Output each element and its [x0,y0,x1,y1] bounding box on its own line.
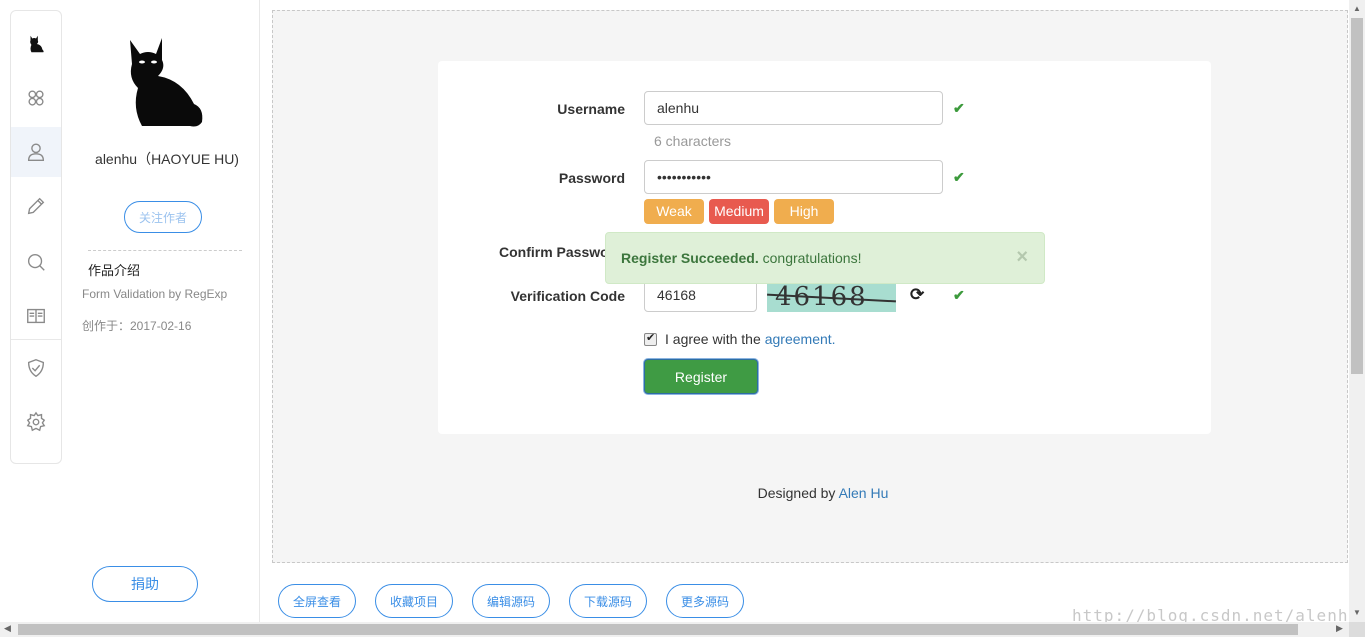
apps-icon[interactable] [11,73,61,123]
agreement-link[interactable]: agreement [765,331,832,347]
follow-author-button[interactable]: 关注作者 [124,201,202,233]
intro-title: 作品介绍 [88,263,141,278]
agree-suffix: . [831,331,836,347]
agree-text: I agree with the [665,331,761,347]
author-name: alenhu（HAOYUE HU) [95,151,239,167]
password-check-icon: ✔ [953,169,965,185]
alert-title: Register Succeeded. [621,250,759,266]
vertical-scroll-thumb[interactable] [1351,18,1363,374]
register-button[interactable]: Register [644,359,758,394]
user-icon[interactable] [11,127,61,177]
shield-icon[interactable] [11,343,61,393]
horizontal-scroll-thumb[interactable] [18,624,1298,635]
donate-button[interactable]: 捐助 [92,566,198,602]
strength-weak-badge: Weak [644,199,704,224]
verification-check-icon: ✔ [953,287,965,303]
credit-prefix: Designed by [757,485,839,501]
gear-icon[interactable] [11,397,61,447]
download-source-button[interactable]: 下载源码 [569,584,647,618]
cat-logo-icon[interactable] [11,19,61,69]
author-avatar [130,38,203,127]
scroll-right-icon[interactable]: ▶ [1336,623,1343,634]
icon-rail [10,10,62,464]
captcha-image[interactable]: 46168 [767,282,896,312]
divider [88,250,242,251]
scroll-down-icon[interactable]: ▼ [1353,608,1361,617]
designer-credit: Designed by Alen Hu [273,485,1365,501]
username-input[interactable] [644,91,943,125]
search-icon[interactable] [11,237,61,287]
author-panel: alenhu（HAOYUE HU) 关注作者 作品介绍 Form Validat… [72,0,260,637]
refresh-icon[interactable]: ⟳ [910,285,924,305]
preview-frame: Username ✔ 6 characters Password ✔ Weak … [272,10,1348,563]
agreement-row: I agree with the agreement. [644,331,836,347]
username-check-icon: ✔ [953,100,965,116]
username-hint: 6 characters [654,133,732,149]
strength-medium-badge: Medium [709,199,769,224]
action-bar: 全屏查看 收藏项目 编辑源码 下载源码 更多源码 [278,584,744,618]
strength-high-badge: High [774,199,834,224]
favorite-button[interactable]: 收藏项目 [375,584,453,618]
close-icon[interactable]: × [1016,233,1028,281]
edit-source-button[interactable]: 编辑源码 [472,584,550,618]
confirm-password-label: Confirm Passwo [499,244,609,260]
book-icon[interactable] [11,291,61,341]
scroll-left-icon[interactable]: ◀ [4,623,11,634]
more-source-button[interactable]: 更多源码 [666,584,744,618]
horizontal-scrollbar[interactable]: ◀ ▶ [0,622,1349,637]
success-alert: Register Succeeded. congratulations! × [605,232,1045,284]
alert-message: congratulations! [758,250,862,266]
scroll-up-icon[interactable]: ▲ [1353,4,1361,13]
author-link[interactable]: Alen Hu [839,485,889,501]
intro-description: Form Validation by RegExp [82,287,228,301]
fullscreen-button[interactable]: 全屏查看 [278,584,356,618]
password-label: Password [558,170,625,186]
scrollbar-corner [1349,622,1365,637]
password-input[interactable] [644,160,943,194]
verification-label: Verification Code [510,288,625,304]
vertical-scrollbar[interactable]: ▲ ▼ [1349,0,1365,622]
pencil-icon[interactable] [11,181,61,231]
created-date: 创作于：2017-02-16 [82,319,192,333]
username-label: Username [557,101,625,117]
agree-checkbox[interactable] [644,331,657,346]
